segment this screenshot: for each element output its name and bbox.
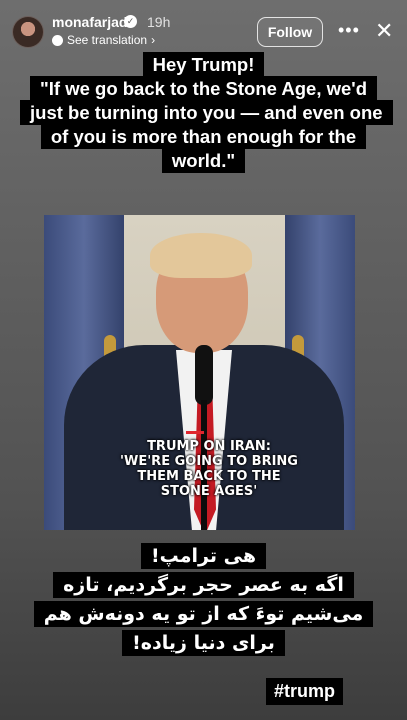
caption-top-text: Hey Trump! "If we go back to the Stone A… [20,52,393,173]
story-caption-bottom: هی ترامپ! اگه به عصر حجر برگردیم، تازه م… [30,542,377,658]
overlay-accent [186,431,204,434]
hair [150,233,252,278]
story-header: monafarjad ✓ 19h See translation › Follo… [0,0,407,58]
story-photo: TRUMP ON IRAN: 'WE'RE GOING TO BRING THE… [44,215,355,530]
post-time: 19h [147,14,171,30]
globe-icon [52,34,63,46]
see-translation-link[interactable]: See translation › [52,33,155,47]
microphone-icon [195,345,213,405]
see-translation-label: See translation [67,33,148,47]
verified-badge-icon: ✓ [124,15,137,28]
username[interactable]: monafarjad [52,14,127,30]
story-caption-top: Hey Trump! "If we go back to the Stone A… [20,52,393,173]
photo-overlay-text: TRUMP ON IRAN: 'WE'RE GOING TO BRING THE… [120,439,298,499]
profile-avatar[interactable] [12,16,44,48]
close-icon[interactable]: ✕ [375,18,393,44]
chevron-right-icon: › [151,33,156,47]
follow-button[interactable]: Follow [257,17,323,47]
hashtag-sticker[interactable]: #trump [266,678,344,705]
caption-bottom-text: هی ترامپ! اگه به عصر حجر برگردیم، تازه م… [33,543,374,656]
ellipsis-icon[interactable]: ••• [338,20,360,41]
